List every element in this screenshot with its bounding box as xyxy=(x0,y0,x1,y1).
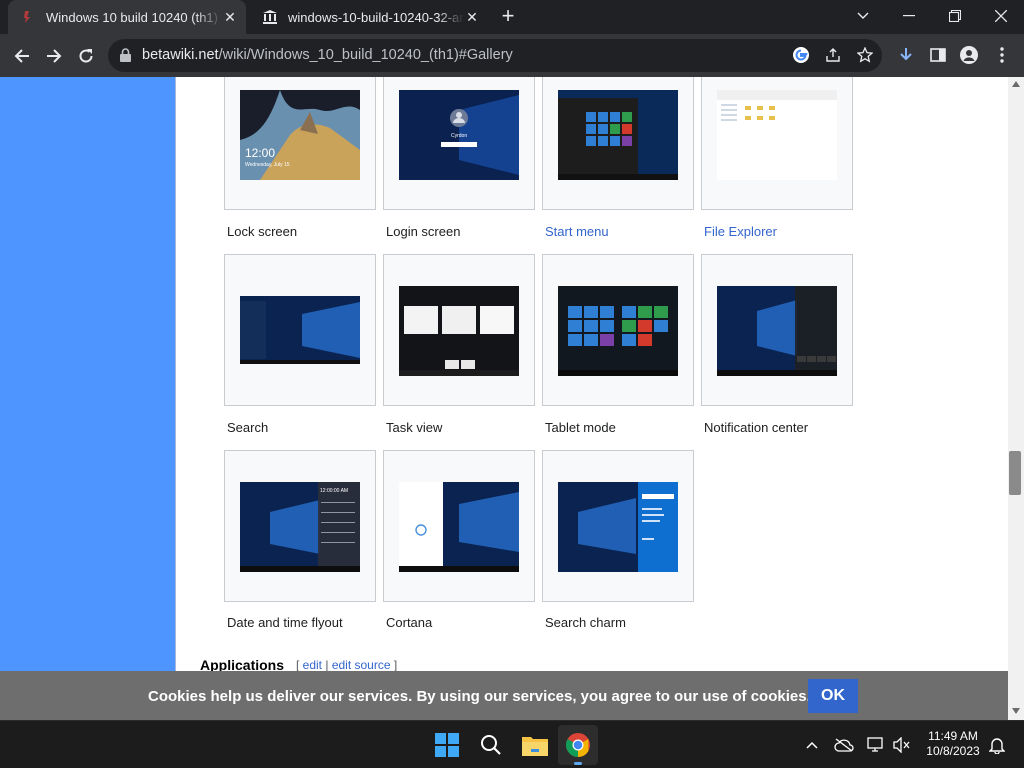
gallery-item-start-menu[interactable] xyxy=(542,77,694,210)
archive-favicon xyxy=(262,9,278,25)
gallery-item-search[interactable] xyxy=(224,254,376,406)
gallery-item-cortana[interactable] xyxy=(383,450,535,602)
scroll-down-arrow-icon[interactable] xyxy=(1012,708,1020,714)
svg-text:12:00: 12:00 xyxy=(245,146,275,160)
reload-icon[interactable] xyxy=(72,42,100,70)
gallery-caption: Tablet mode xyxy=(545,420,616,435)
gallery-caption: Login screen xyxy=(386,224,461,239)
tab-title: windows-10-build-10240-32-and xyxy=(288,9,464,25)
windows-taskbar: 11:49 AM 10/8/2023 xyxy=(0,720,1024,768)
back-icon[interactable] xyxy=(8,42,36,70)
gallery-caption: Lock screen xyxy=(227,224,298,239)
date-time-flyout-thumbnail[interactable]: 12:00:00 AM xyxy=(240,482,360,572)
gallery-item-task-view[interactable] xyxy=(383,254,535,406)
scroll-up-arrow-icon[interactable] xyxy=(1012,81,1020,87)
url-text[interactable]: betawiki.net/wiki/Windows_10_build_10240… xyxy=(142,47,513,63)
tray-overflow-chevron-icon[interactable] xyxy=(800,733,824,757)
browser-tab-active[interactable]: Windows 10 build 10240 (th1) - B ✕ xyxy=(8,0,246,34)
task-view-thumbnail[interactable] xyxy=(399,286,519,376)
gallery-item-search-charm[interactable] xyxy=(542,450,694,602)
svg-text:Cyrdon: Cyrdon xyxy=(451,133,467,139)
cloud-sync-icon[interactable] xyxy=(832,733,856,757)
edit-source-link[interactable]: edit source xyxy=(332,658,391,672)
gallery-item-lock-screen[interactable]: 12:00 Wednesday, July 15 xyxy=(224,77,376,210)
page-viewport: 12:00 Wednesday, July 15 Cyrdon Lock scr… xyxy=(0,77,1024,720)
gallery-caption: Search charm xyxy=(545,615,626,630)
new-tab-icon[interactable]: + xyxy=(498,5,518,27)
close-tab-icon[interactable]: ✕ xyxy=(464,9,480,25)
menu-kebab-icon[interactable] xyxy=(989,42,1015,68)
notification-center-thumbnail[interactable] xyxy=(717,286,837,376)
cortana-thumbnail[interactable] xyxy=(399,482,519,572)
gallery-caption: Task view xyxy=(386,420,443,435)
gallery-item-tablet-mode[interactable] xyxy=(542,254,694,406)
lock-icon[interactable] xyxy=(120,48,131,67)
wiki-sidebar-background xyxy=(0,77,176,720)
gallery-item-notification-center[interactable] xyxy=(701,254,853,406)
section-edit-links: [ edit | edit source ] xyxy=(296,658,398,672)
edit-link[interactable]: edit xyxy=(303,658,322,672)
cookie-ok-button[interactable]: OK xyxy=(808,679,858,713)
gallery-caption-link[interactable]: Start menu xyxy=(545,224,609,239)
cookie-notice: Cookies help us deliver our services. By… xyxy=(0,671,1008,720)
taskbar-clock[interactable]: 11:49 AM 10/8/2023 xyxy=(918,729,988,759)
taskbar-search-icon[interactable] xyxy=(471,725,511,765)
clock-time: 11:49 AM xyxy=(928,729,978,743)
browser-tab[interactable]: windows-10-build-10240-32-and ✕ xyxy=(250,0,488,34)
clock-date: 10/8/2023 xyxy=(926,744,980,758)
restore-icon[interactable] xyxy=(932,0,978,32)
address-bar[interactable]: betawiki.net/wiki/Windows_10_build_10240… xyxy=(108,39,882,72)
close-window-icon[interactable] xyxy=(978,0,1024,32)
gallery-caption-link[interactable]: File Explorer xyxy=(704,224,777,239)
side-panel-icon[interactable] xyxy=(925,42,951,68)
download-icon[interactable] xyxy=(893,42,919,68)
wiki-content: 12:00 Wednesday, July 15 Cyrdon Lock scr… xyxy=(176,77,1008,720)
browser-toolbar: betawiki.net/wiki/Windows_10_build_10240… xyxy=(0,34,1024,77)
network-icon[interactable] xyxy=(864,733,888,757)
tab-title: Windows 10 build 10240 (th1) - B xyxy=(46,9,222,25)
forward-icon[interactable] xyxy=(40,42,68,70)
gallery-caption: Search xyxy=(227,420,269,435)
gallery-item-date-time-flyout[interactable]: 12:00:00 AM xyxy=(224,450,376,602)
volume-muted-icon[interactable] xyxy=(890,733,914,757)
page-scrollbar[interactable] xyxy=(1008,77,1024,720)
betawiki-favicon xyxy=(20,9,36,25)
notification-bell-icon[interactable] xyxy=(985,733,1009,757)
gallery-caption: Notification center xyxy=(704,420,809,435)
tablet-mode-thumbnail[interactable] xyxy=(558,286,678,376)
chrome-taskbar-icon[interactable] xyxy=(558,725,598,765)
scrollbar-thumb[interactable] xyxy=(1009,451,1021,495)
gallery-item-login-screen[interactable]: Cyrdon xyxy=(383,77,535,210)
close-tab-icon[interactable]: ✕ xyxy=(222,9,238,25)
gallery-caption: Cortana xyxy=(386,615,433,630)
minimize-icon[interactable] xyxy=(886,0,932,32)
search-charm-thumbnail[interactable] xyxy=(558,482,678,572)
cookie-notice-text: Cookies help us deliver our services. By… xyxy=(148,688,811,705)
bookmark-star-icon[interactable] xyxy=(852,42,878,68)
search-thumbnail[interactable] xyxy=(240,296,360,364)
windows-start-icon[interactable] xyxy=(427,725,467,765)
gallery-item-file-explorer[interactable] xyxy=(701,77,853,210)
start-menu-thumbnail[interactable] xyxy=(558,90,678,180)
lock-screen-thumbnail[interactable]: 12:00 Wednesday, July 15 xyxy=(240,90,360,180)
svg-text:12:00:00 AM: 12:00:00 AM xyxy=(320,488,348,494)
svg-text:Wednesday, July 15: Wednesday, July 15 xyxy=(245,162,290,168)
share-icon[interactable] xyxy=(820,42,846,68)
tab-search-icon[interactable] xyxy=(840,0,886,32)
profile-icon[interactable] xyxy=(956,42,982,68)
login-screen-thumbnail[interactable]: Cyrdon xyxy=(399,90,519,180)
browser-tab-bar: Windows 10 build 10240 (th1) - B ✕ windo… xyxy=(0,0,1024,34)
file-explorer-icon[interactable] xyxy=(515,725,555,765)
gallery-caption: Date and time flyout xyxy=(227,615,343,630)
file-explorer-thumbnail[interactable] xyxy=(717,90,837,180)
google-lens-icon[interactable] xyxy=(788,42,814,68)
